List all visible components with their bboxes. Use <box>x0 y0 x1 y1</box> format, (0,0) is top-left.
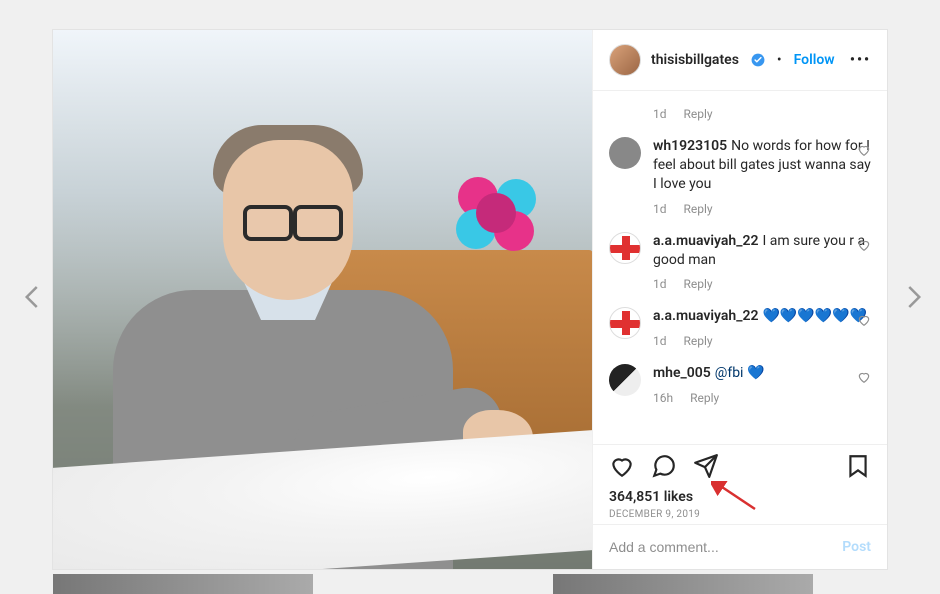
like-comment-icon[interactable] <box>857 370 871 388</box>
post-actions: 364,851 likes DECEMBER 9, 2019 <box>593 444 887 524</box>
comment-reply-button[interactable]: Reply <box>684 202 713 216</box>
post-comment-button[interactable]: Post <box>842 539 871 555</box>
comment-item: 1d Reply <box>593 91 887 129</box>
commenter-avatar[interactable] <box>609 364 641 396</box>
likes-count[interactable]: 364,851 likes <box>609 489 871 505</box>
post-header: thisisbillgates • Follow ••• <box>593 30 887 91</box>
commenter-avatar[interactable] <box>609 137 641 169</box>
like-comment-icon[interactable] <box>857 238 871 256</box>
comment-reply-button[interactable]: Reply <box>684 334 713 348</box>
like-comment-icon[interactable] <box>857 143 871 161</box>
add-comment-form: Post <box>593 524 887 569</box>
commenter-username[interactable]: a.a.muaviyah_22 <box>653 233 758 249</box>
next-post-arrow[interactable] <box>896 280 930 314</box>
comment-time: 1d <box>653 202 667 216</box>
comment-reply-button[interactable]: Reply <box>690 391 719 405</box>
feed-thumb[interactable] <box>53 574 313 594</box>
comment-reply-button[interactable]: Reply <box>684 277 713 291</box>
commenter-username[interactable]: mhe_005 <box>653 365 711 381</box>
follow-button[interactable]: Follow <box>794 52 835 68</box>
commenter-username[interactable]: a.a.muaviyah_22 <box>653 308 758 324</box>
comment-text: 💙 <box>747 365 764 381</box>
feed-thumb[interactable] <box>553 574 813 594</box>
mention-link[interactable]: @fbi <box>715 365 744 381</box>
comment-time: 16h <box>653 391 673 405</box>
save-icon[interactable] <box>845 453 871 483</box>
more-options-button[interactable]: ••• <box>850 52 871 68</box>
like-comment-icon[interactable] <box>857 313 871 331</box>
separator: • <box>777 52 782 68</box>
commenter-username[interactable]: wh1923105 <box>653 138 727 154</box>
comments-list: 1d Reply wh1923105No words for how for I… <box>593 91 887 444</box>
comment-item: a.a.muaviyah_22I am sure you r a good ma… <box>593 224 887 300</box>
comment-time: 1d <box>653 334 667 348</box>
share-icon[interactable] <box>693 453 719 483</box>
post-photo[interactable] <box>53 30 592 569</box>
feed-thumbnails <box>53 574 887 594</box>
comment-time: 1d <box>653 107 667 121</box>
comment-time: 1d <box>653 277 667 291</box>
post-sidebar: thisisbillgates • Follow ••• 1d Reply <box>592 30 887 569</box>
comment-reply-button[interactable]: Reply <box>684 107 713 121</box>
verified-badge-icon <box>751 53 765 67</box>
commenter-avatar[interactable] <box>609 232 641 264</box>
comment-text: 💙💙💙💙💙💙 <box>762 308 867 324</box>
comment-icon[interactable] <box>651 453 677 483</box>
prev-post-arrow[interactable] <box>16 280 50 314</box>
comment-item: wh1923105No words for how for I feel abo… <box>593 129 887 224</box>
post-modal: thisisbillgates • Follow ••• 1d Reply <box>53 30 887 569</box>
like-icon[interactable] <box>609 453 635 483</box>
commenter-avatar[interactable] <box>609 307 641 339</box>
comment-item: mhe_005@fbi 💙 16h Reply <box>593 356 887 413</box>
comment-item: a.a.muaviyah_22💙💙💙💙💙💙 1d Reply <box>593 299 887 356</box>
comment-input[interactable] <box>609 539 842 555</box>
author-avatar[interactable] <box>609 44 641 76</box>
author-username[interactable]: thisisbillgates <box>651 52 739 68</box>
post-date: DECEMBER 9, 2019 <box>609 509 871 520</box>
